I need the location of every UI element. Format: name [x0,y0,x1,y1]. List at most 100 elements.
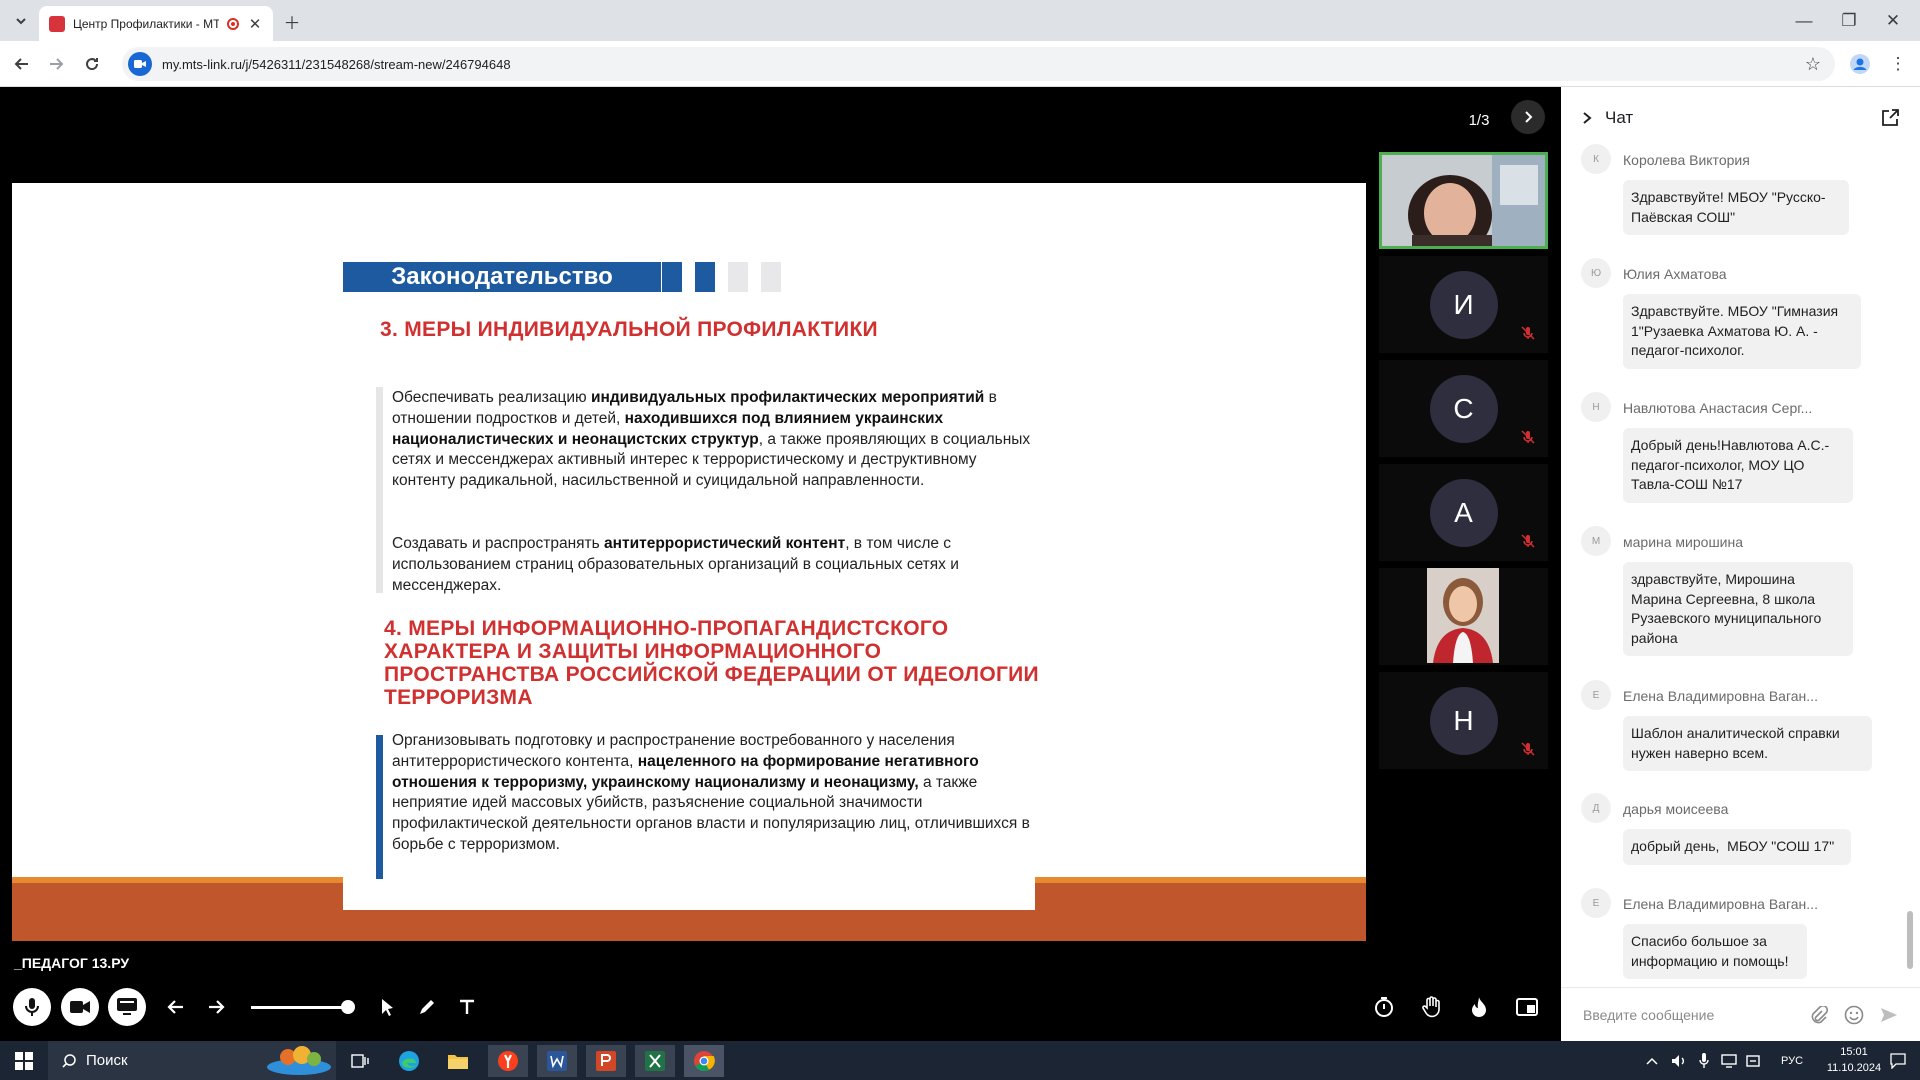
excel-taskbar-button[interactable] [635,1045,675,1077]
send-icon[interactable] [1880,1007,1898,1023]
participant-avatar: С [1429,374,1498,443]
message-avatar: К [1581,144,1611,174]
text-icon [460,999,474,1014]
emoji-icon[interactable] [1844,1005,1864,1025]
clock-time: 15:01 [1840,1046,1868,1058]
participant-tile[interactable]: Н [1379,672,1548,769]
chat-panel: Чат К Королева Виктория Здравствуйте! МБ… [1561,87,1920,1041]
slider-knob[interactable] [341,1000,355,1014]
message-avatar: Ю [1581,258,1611,288]
participant-tile[interactable]: А [1379,464,1548,561]
word-taskbar-button[interactable] [537,1045,577,1077]
network-icon[interactable] [1717,1045,1741,1077]
muted-mic-icon [1521,742,1535,756]
tray-overflow-icon[interactable] [1640,1045,1664,1077]
text-tool-button[interactable] [451,991,483,1023]
previous-slide-button[interactable] [160,991,192,1023]
camera-permission-icon[interactable] [128,52,152,76]
message-avatar: Е [1581,888,1611,918]
participant-avatar: А [1429,478,1498,547]
screen-share-icon [117,998,137,1015]
muted-mic-icon [1521,430,1535,444]
section-3-title: 3. МЕРЫ ИНДИВИДУАЛЬНОЙ ПРОФИЛАКТИКИ [380,318,878,341]
notifications-icon[interactable] [1880,1045,1916,1077]
chrome-taskbar-button[interactable] [684,1045,724,1077]
hand-icon [1422,996,1440,1018]
participant-tile[interactable]: С [1379,360,1548,457]
browser-menu-icon[interactable]: ⋮ [1884,50,1912,78]
edge-taskbar-button[interactable] [389,1045,429,1077]
battery-icon[interactable] [1742,1045,1766,1077]
slide-pager: 1/3 [1468,111,1490,129]
pointer-tool-button[interactable] [372,991,404,1023]
section-4-bar [376,735,383,879]
header-square [662,262,682,292]
message-text: Здравствуйте! МБОУ "Русско-Паёвская СОШ" [1623,180,1849,236]
language-indicator[interactable]: РУС [1768,1045,1816,1077]
yandex-taskbar-button[interactable] [488,1045,528,1077]
pen-tool-button[interactable] [411,991,443,1023]
timer-button[interactable] [1368,991,1400,1023]
popout-icon[interactable] [1880,108,1900,128]
section-4-title: 4. МЕРЫ ИНФОРМАЦИОННО-ПРОПАГАНДИСТСКОГО … [384,617,1039,709]
message-text: Спасибо большое за информацию и помощь! [1623,924,1807,980]
word-icon [547,1051,567,1071]
webinar-stage: 1/3 Законодательство 3. МЕРЫ ИНДИВИДУАЛЬ… [0,87,1561,1041]
participant-video-icon [1427,568,1499,663]
task-view-button[interactable] [340,1045,380,1077]
profile-icon[interactable] [1846,50,1874,78]
raise-hand-button[interactable] [1416,991,1448,1023]
arrow-left-icon [167,1000,183,1014]
volume-icon[interactable] [1667,1045,1691,1077]
tab-search-icon[interactable] [8,8,34,34]
muted-mic-icon [1521,534,1535,548]
url-text[interactable]: my.mts-link.ru/j/5426311/231548268/strea… [162,57,1805,72]
explorer-taskbar-button[interactable] [438,1045,478,1077]
camera-button[interactable] [61,988,99,1026]
muted-mic-icon [1521,326,1535,340]
taskbar-search[interactable]: Поиск [48,1041,336,1080]
search-icon [62,1053,76,1068]
site-favicon-icon [49,15,65,32]
layout-toggle-button[interactable] [1511,991,1543,1023]
header-square [695,262,715,292]
next-slide-button[interactable] [200,991,232,1023]
next-page-button[interactable] [1511,100,1545,134]
microphone-tray-icon[interactable] [1692,1045,1716,1077]
attach-icon[interactable] [1810,1005,1828,1024]
fire-icon [1472,997,1486,1017]
participant-tile[interactable]: И [1379,256,1548,353]
brush-size-slider[interactable] [251,1000,355,1014]
new-tab-button[interactable]: ＋ [279,8,305,34]
address-bar[interactable]: my.mts-link.ru/j/5426311/231548268/strea… [122,47,1835,81]
participant-video-tile[interactable] [1379,568,1548,665]
bookmark-star-icon[interactable]: ☆ [1805,54,1821,75]
section-3-bar [376,387,383,593]
browser-tab[interactable]: Центр Профилактики - МТ ✕ [39,6,273,41]
chat-input-bar[interactable]: Введите сообщение [1561,987,1920,1041]
screen-share-button[interactable] [108,988,146,1026]
minimize-button[interactable]: — [1791,8,1817,34]
slide-header: Законодательство [343,262,661,292]
forward-button[interactable] [42,50,70,78]
camera-icon [70,1001,90,1013]
system-clock[interactable]: 15:01 11.10.2024 [1820,1044,1888,1076]
message-author: Елена Владимировна Ваган... [1623,896,1818,912]
collapse-chat-icon[interactable] [1581,111,1593,125]
start-button[interactable] [4,1045,44,1077]
restore-button[interactable]: ❐ [1836,8,1862,34]
microphone-button[interactable] [13,988,51,1026]
reload-button[interactable] [78,50,106,78]
close-tab-icon[interactable]: ✕ [247,15,263,33]
back-button[interactable] [8,50,36,78]
chat-scrollbar[interactable] [1907,911,1913,969]
message-avatar: Д [1581,793,1611,823]
paragraph-text: Обеспечивать реализацию [392,389,591,406]
reactions-button[interactable] [1463,991,1495,1023]
participant-video-tile[interactable] [1379,152,1548,249]
pen-icon [420,1000,434,1014]
close-window-button[interactable]: ✕ [1880,8,1906,34]
message-input[interactable]: Введите сообщение [1583,1007,1810,1023]
powerpoint-taskbar-button[interactable] [586,1045,626,1077]
message-author: Юлия Ахматова [1623,266,1727,282]
